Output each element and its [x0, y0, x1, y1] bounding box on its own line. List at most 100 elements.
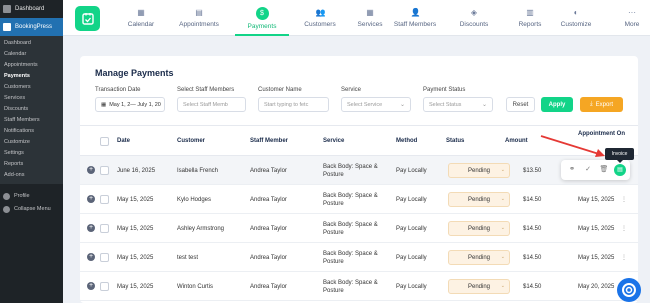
- cell-method: Pay Locally: [396, 283, 427, 290]
- wp-submenu-item-appointments[interactable]: Appointments: [0, 60, 63, 71]
- table-row[interactable]: + May 15, 2025 Winton Curtis Andrea Taylor B…: [80, 272, 638, 301]
- cell-customer: Winton Curtis: [177, 283, 214, 290]
- status-select[interactable]: Pending ⌄: [448, 279, 510, 294]
- annotation-arrow: [540, 135, 605, 157]
- cell-staff: Andrea Taylor: [250, 283, 287, 290]
- wp-submenu-item-reports[interactable]: Reports: [0, 159, 63, 170]
- chevron-down-icon: ⌄: [399, 102, 405, 108]
- bookingpress-logo[interactable]: [75, 6, 100, 31]
- cell-appointment-on: May 15, 2025: [578, 225, 615, 232]
- select-all-checkbox[interactable]: [100, 137, 109, 146]
- status-select[interactable]: Select Status ⌄: [423, 97, 493, 112]
- nav-label: Reports: [518, 21, 542, 28]
- customers-icon: 👥: [315, 8, 326, 17]
- nav-staff-members[interactable]: 👤 Staff Members: [388, 0, 442, 36]
- wp-submenu-item-customers[interactable]: Customers: [0, 82, 63, 93]
- reports-icon: ▥: [526, 8, 534, 17]
- status-select[interactable]: Pending ⌄: [448, 192, 510, 207]
- col-customer[interactable]: Customer: [177, 126, 205, 157]
- status-select[interactable]: Pending ⌄: [448, 163, 510, 178]
- wp-menu-dashboard-label: Dashboard: [15, 6, 45, 12]
- customer-search-input[interactable]: Start typing to fetc: [258, 97, 329, 112]
- nav-label: More: [624, 21, 640, 28]
- calendar-icon: ▦: [137, 8, 145, 17]
- wp-submenu-item-discounts[interactable]: Discounts: [0, 104, 63, 115]
- nav-appointments[interactable]: ▤ Appointments: [172, 0, 226, 36]
- row-more-icon[interactable]: ⋮: [621, 214, 627, 243]
- wp-menu-profile[interactable]: Profile: [0, 190, 63, 202]
- service-select[interactable]: Select Service ⌄: [341, 97, 411, 112]
- wp-submenu-item-services[interactable]: Services: [0, 93, 63, 104]
- wp-submenu-item-dashboard[interactable]: Dashboard: [0, 38, 63, 49]
- nav-discounts[interactable]: ◈ Discounts: [447, 0, 501, 36]
- col-status[interactable]: Status: [446, 126, 464, 157]
- discount-icon: ◈: [470, 8, 478, 17]
- expand-row-icon[interactable]: +: [87, 253, 95, 261]
- wp-submenu-item-payments[interactable]: Payments: [0, 71, 63, 82]
- status-filter-label: Payment Status: [423, 87, 466, 93]
- chevron-down-icon: ⌄: [481, 102, 487, 108]
- wp-submenu-item-add-ons[interactable]: Add-ons: [0, 170, 63, 181]
- export-button[interactable]: ⤓ Export: [580, 97, 623, 112]
- wp-menu-dashboard[interactable]: Dashboard: [0, 0, 63, 18]
- cell-date: May 15, 2025: [117, 283, 154, 290]
- date-range-input[interactable]: ▦ May 1, 2— July 1, 20: [95, 97, 165, 112]
- invoice-icon[interactable]: ▤: [614, 164, 626, 176]
- cell-date: May 15, 2025: [117, 225, 154, 232]
- expand-row-icon[interactable]: +: [87, 166, 95, 174]
- col-service[interactable]: Service: [323, 126, 344, 157]
- cell-amount: $14.50: [523, 225, 542, 232]
- wp-submenu-item-customize[interactable]: Customize: [0, 137, 63, 148]
- row-checkbox[interactable]: [100, 282, 109, 291]
- dashboard-icon: [3, 5, 11, 13]
- nav-calendar[interactable]: ▦ Calendar: [114, 0, 168, 36]
- cell-method: Pay Locally: [396, 167, 427, 174]
- col-staff[interactable]: Staff Member: [250, 126, 288, 157]
- expand-row-icon[interactable]: +: [87, 224, 95, 232]
- status-value: Pending: [467, 225, 491, 232]
- row-more-icon[interactable]: ⋮: [621, 185, 627, 214]
- cell-method: Pay Locally: [396, 225, 427, 232]
- table-row[interactable]: + May 15, 2025 Kylo Hodges Andrea Taylor Bac…: [80, 185, 638, 214]
- page-title: Manage Payments: [95, 68, 174, 78]
- wp-submenu-item-notifications[interactable]: Notifications: [0, 126, 63, 137]
- cell-amount: $14.50: [523, 283, 542, 290]
- customize-icon: ◐: [573, 8, 579, 17]
- chevron-down-icon: ⌄: [500, 167, 505, 173]
- cell-amount: $14.50: [523, 254, 542, 261]
- cell-appointment-on: May 15, 2025: [578, 254, 615, 261]
- staff-select[interactable]: Select Staff Memb: [177, 97, 246, 112]
- service-filter-label: Service: [341, 87, 362, 93]
- payments-icon: $: [255, 6, 269, 20]
- reset-button[interactable]: Reset: [506, 97, 535, 112]
- row-checkbox[interactable]: [100, 224, 109, 233]
- col-amount[interactable]: Amount: [505, 126, 528, 157]
- apply-button[interactable]: Apply: [541, 97, 573, 112]
- col-date[interactable]: Date: [117, 126, 130, 157]
- row-more-icon[interactable]: ⋮: [621, 243, 627, 272]
- col-method[interactable]: Method: [396, 126, 417, 157]
- status-select[interactable]: Pending ⌄: [448, 221, 510, 236]
- table-row[interactable]: + May 15, 2025 Ashley Armstrong Andrea Tayl…: [80, 214, 638, 243]
- wp-submenu-item-calendar[interactable]: Calendar: [0, 49, 63, 60]
- row-checkbox[interactable]: [100, 166, 109, 175]
- nav-customize[interactable]: ◐ Customize: [549, 0, 603, 36]
- help-widget-button[interactable]: [617, 278, 641, 302]
- wp-collapse-menu[interactable]: Collapse Menu: [0, 203, 63, 215]
- cell-service: Back Body: Space & Posture: [323, 192, 378, 207]
- wp-submenu-item-staff-members[interactable]: Staff Members: [0, 115, 63, 126]
- appointments-icon: ▤: [195, 8, 203, 17]
- nav-customers[interactable]: 👥 Customers: [293, 0, 347, 36]
- row-checkbox[interactable]: [100, 253, 109, 262]
- table-row[interactable]: + May 15, 2025 test test Andrea Taylor Back …: [80, 243, 638, 272]
- wp-menu-bookingpress-label: BookingPress: [15, 24, 53, 30]
- wp-menu-bookingpress[interactable]: BookingPress: [0, 18, 63, 36]
- cell-method: Pay Locally: [396, 196, 427, 203]
- row-checkbox[interactable]: [100, 195, 109, 204]
- expand-row-icon[interactable]: +: [87, 282, 95, 290]
- nav-more[interactable]: ··· More: [605, 0, 650, 36]
- wp-submenu-item-settings[interactable]: Settings: [0, 148, 63, 159]
- status-select[interactable]: Pending ⌄: [448, 250, 510, 265]
- expand-row-icon[interactable]: +: [87, 195, 95, 203]
- nav-payments[interactable]: $ Payments: [235, 0, 289, 36]
